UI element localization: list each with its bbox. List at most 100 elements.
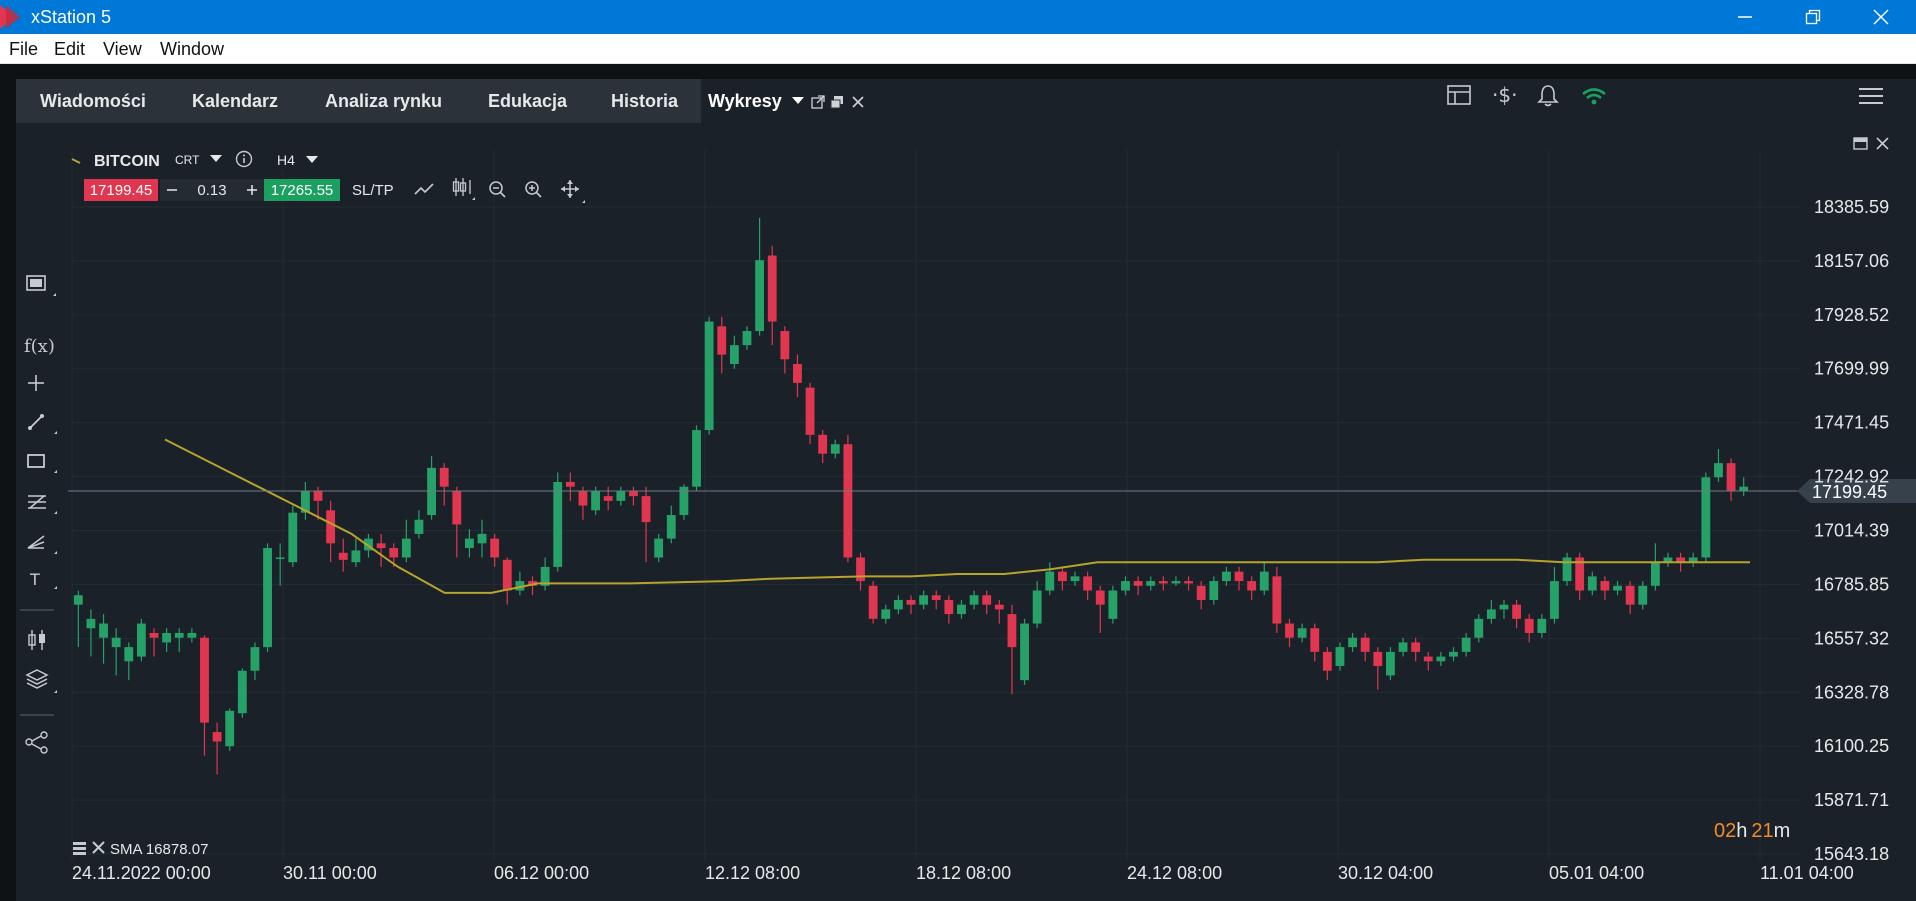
candle-body <box>86 618 96 629</box>
price-tick-label: 18157.06 <box>1814 251 1889 271</box>
candle-body <box>275 557 285 559</box>
price-tick-label: 16100.25 <box>1814 736 1889 756</box>
candle-body <box>1108 590 1118 619</box>
close-window-button[interactable] <box>1846 0 1916 34</box>
tab-wiadomosci[interactable]: Wiadomości <box>40 91 146 112</box>
candle-body <box>1020 623 1029 681</box>
candle-body <box>1587 576 1597 591</box>
tab-analiza-rynku[interactable]: Analiza rynku <box>325 91 442 112</box>
candle-body <box>919 595 929 605</box>
restore-button[interactable] <box>1778 0 1848 34</box>
candle-body <box>616 491 626 501</box>
candle-body <box>805 387 815 435</box>
menu-view[interactable]: View <box>103 39 142 60</box>
time-axis[interactable]: 24.11.2022 00:00 30.11 00:00 06.12 00:00 12… <box>72 863 1854 883</box>
menu-bar: File Edit View Window <box>0 34 1916 64</box>
close-tab-icon[interactable] <box>852 96 864 108</box>
candle-body <box>263 548 272 648</box>
tab-kalendarz[interactable]: Kalendarz <box>192 91 278 112</box>
candle-body <box>818 434 828 454</box>
price-tick-label: 17699.99 <box>1814 359 1889 379</box>
sltp-button[interactable]: SL/TP <box>352 182 394 199</box>
candle-body <box>729 345 739 365</box>
candle-body <box>1449 651 1458 657</box>
sma-value-label: SMA 16878.07 <box>110 841 208 858</box>
minimize-icon <box>1738 16 1752 18</box>
candle-body <box>1524 618 1534 633</box>
candle-body <box>1726 463 1736 492</box>
candle-body <box>666 515 676 539</box>
candle-body <box>1171 581 1181 584</box>
svg-text:T: T <box>29 570 40 589</box>
sell-price: 17199.45 <box>90 182 153 199</box>
dollar-transfer-icon[interactable]: ·$· <box>1492 83 1517 107</box>
function-icon[interactable]: f(x) <box>24 336 55 357</box>
candle-body <box>1373 651 1383 667</box>
time-tick-label: 24.11.2022 00:00 <box>72 863 211 883</box>
candle-body <box>401 538 411 558</box>
candle-body <box>1625 585 1635 605</box>
candle-body <box>1398 642 1408 652</box>
tab-edukacja[interactable]: Edukacja <box>488 91 567 112</box>
candle-body <box>969 595 979 605</box>
menu-edit[interactable]: Edit <box>54 39 85 60</box>
candle-body <box>389 548 399 558</box>
candle-body <box>755 260 765 331</box>
menu-window[interactable]: Window <box>160 39 224 60</box>
candle-body <box>477 533 487 544</box>
candle-body <box>1121 581 1130 591</box>
candle-timer: 02h 21m <box>1714 820 1790 842</box>
timer-minutes: 21 <box>1751 820 1773 842</box>
candle-body <box>629 491 638 497</box>
candle-body <box>1007 614 1017 648</box>
candle-body <box>376 543 386 549</box>
candle-body <box>1562 557 1572 582</box>
candle-body <box>931 595 941 600</box>
candle-body <box>136 623 146 657</box>
candle-body <box>1196 585 1206 600</box>
candle-body <box>1259 571 1269 591</box>
candle-body <box>326 510 336 544</box>
candle-body <box>1436 656 1446 662</box>
time-tick-label: 06.12 00:00 <box>494 863 589 883</box>
windows-icon[interactable] <box>830 95 844 109</box>
candle-body <box>1714 463 1723 478</box>
candle-body <box>1474 618 1484 638</box>
candle-body <box>654 538 664 558</box>
popout-icon[interactable] <box>811 95 825 109</box>
title-bar: xStation 5 <box>0 0 1916 34</box>
price-tick-label: 16785.85 <box>1814 574 1889 594</box>
candle-body <box>1461 637 1471 652</box>
candle-body <box>1360 637 1370 652</box>
candle-body <box>1247 581 1257 591</box>
candle-body <box>149 632 159 638</box>
candle-body <box>1512 604 1522 619</box>
candle-body <box>1550 581 1559 619</box>
candle-body <box>1285 623 1294 638</box>
price-tick-label: 17928.52 <box>1814 305 1889 325</box>
candle-body <box>1335 647 1345 667</box>
candle-body <box>124 647 134 662</box>
candle-body <box>1272 576 1282 624</box>
restore-icon <box>1805 9 1821 25</box>
menu-file[interactable]: File <box>9 39 38 60</box>
candle-body <box>212 732 222 742</box>
timer-m-unit: m <box>1774 820 1791 842</box>
candle-body <box>1348 637 1357 648</box>
buy-price: 17265.55 <box>271 182 334 199</box>
price-tick-label: 15643.18 <box>1814 844 1889 864</box>
candle-body <box>641 496 651 523</box>
candle-body <box>1209 581 1219 600</box>
caret-down-icon[interactable] <box>792 97 804 105</box>
tab-historia[interactable]: Historia <box>611 91 678 112</box>
candle-body <box>742 330 752 346</box>
instrument-symbol[interactable]: BITCOIN <box>94 153 160 170</box>
svg-text:f(x): f(x) <box>24 336 55 357</box>
minimize-button[interactable] <box>1710 0 1780 34</box>
candle-body <box>1158 581 1168 584</box>
candle-body <box>1070 576 1080 582</box>
indicator-list-icon[interactable] <box>73 842 86 855</box>
svg-text:·$·: ·$· <box>1492 83 1517 107</box>
candle-body <box>603 496 613 501</box>
tab-wykresy[interactable]: Wykresy <box>708 91 782 112</box>
